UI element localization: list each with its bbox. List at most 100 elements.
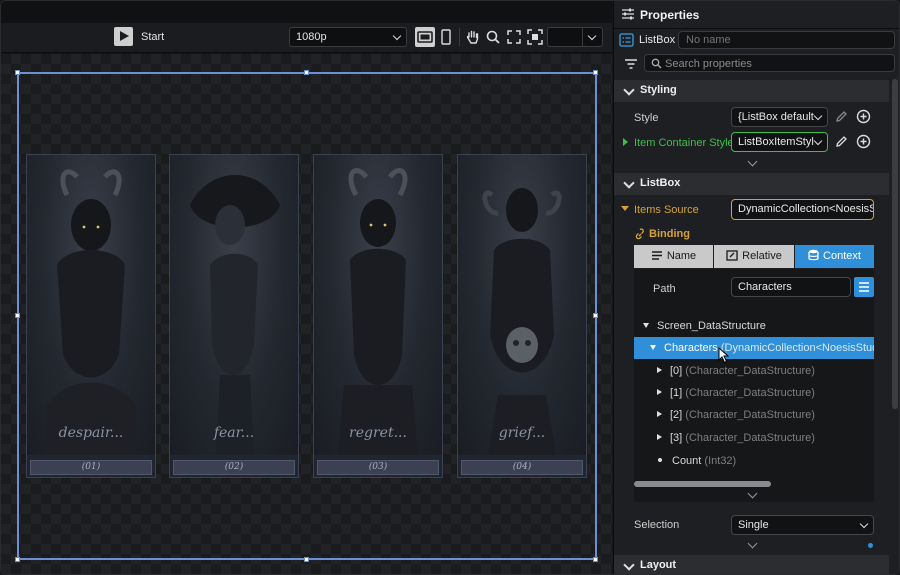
tree-item[interactable]: [0] (Character_DataStructure) bbox=[657, 365, 815, 377]
fit-selection-icon[interactable] bbox=[525, 27, 545, 47]
tree-root-item[interactable]: Screen_DataStructure bbox=[643, 320, 766, 332]
chevron-down-icon bbox=[587, 31, 597, 41]
tree-item-label: [2] bbox=[670, 409, 683, 421]
tree-item-type: (Character_DataStructure) bbox=[685, 365, 815, 377]
tree-item-type: (Int32) bbox=[704, 455, 737, 467]
items-source-value[interactable]: DynamicCollection<NoesisSt bbox=[731, 199, 874, 220]
panel-title: Properties bbox=[640, 8, 700, 22]
toolbar-divider bbox=[459, 28, 460, 46]
bullet-icon bbox=[658, 458, 662, 462]
resize-handle[interactable] bbox=[15, 70, 20, 75]
tree-item-characters[interactable]: Characters (DynamicCollection<NoesisStud… bbox=[650, 342, 874, 354]
card-number: (01) bbox=[30, 460, 152, 475]
search-properties-input[interactable]: Search properties bbox=[644, 54, 895, 72]
listbox-header-label: ListBox bbox=[640, 177, 681, 189]
resize-handle[interactable] bbox=[593, 313, 598, 318]
tree-item-type: (DynamicCollection<NoesisStudio bbox=[720, 342, 874, 354]
resolution-dropdown[interactable]: 1080p bbox=[289, 27, 407, 47]
tree-item[interactable]: [2] (Character_DataStructure) bbox=[657, 409, 815, 421]
demon-figure-image bbox=[45, 169, 137, 455]
tree-item-label: [1] bbox=[670, 387, 683, 399]
zoom-icon[interactable] bbox=[483, 27, 503, 47]
style-value: {ListBox default bbox=[738, 111, 814, 123]
tab-relative[interactable]: Relative bbox=[714, 245, 794, 268]
tree-horizontal-scrollbar[interactable] bbox=[634, 481, 771, 487]
tree-item-type: (Character_DataStructure) bbox=[685, 409, 815, 421]
edit-pencil-icon[interactable] bbox=[835, 110, 848, 126]
item-container-style-dropdown[interactable]: ListBoxItemStyl bbox=[731, 132, 828, 152]
resize-handle[interactable] bbox=[15, 313, 20, 318]
selection-dropdown[interactable]: Single bbox=[731, 515, 874, 535]
resize-handle[interactable] bbox=[304, 557, 309, 562]
name-input[interactable] bbox=[678, 31, 895, 49]
tree-root-label: Screen_DataStructure bbox=[657, 320, 766, 332]
card-title: fear... bbox=[213, 425, 255, 441]
card-title: grief... bbox=[498, 425, 546, 441]
collapsed-arrow-icon bbox=[657, 389, 662, 395]
start-label[interactable]: Start bbox=[141, 31, 164, 43]
resize-handle[interactable] bbox=[593, 70, 598, 75]
tab-name-label: Name bbox=[666, 250, 697, 262]
fit-screen-icon[interactable] bbox=[504, 27, 524, 47]
card-number: (03) bbox=[317, 460, 439, 475]
tree-item-label: Count bbox=[672, 455, 702, 467]
edit-pencil-icon[interactable] bbox=[835, 135, 848, 151]
character-card[interactable]: grief... (04) bbox=[457, 154, 587, 478]
path-list-button[interactable] bbox=[854, 277, 874, 297]
landscape-device-icon[interactable] bbox=[415, 27, 435, 47]
play-icon[interactable] bbox=[114, 27, 133, 46]
expand-more-icon[interactable] bbox=[747, 538, 758, 549]
resolution-value: 1080p bbox=[296, 31, 327, 43]
sliders-icon bbox=[620, 6, 636, 25]
add-circle-icon[interactable] bbox=[856, 134, 871, 152]
collapsed-arrow-icon bbox=[657, 411, 662, 417]
tab-context-label: Context bbox=[823, 250, 861, 262]
portrait-device-icon[interactable] bbox=[436, 27, 456, 47]
expanded-arrow-icon bbox=[650, 345, 656, 350]
resize-handle[interactable] bbox=[15, 557, 20, 562]
listbox-type-icon bbox=[619, 33, 634, 50]
tree-item[interactable]: [3] (Character_DataStructure) bbox=[657, 432, 815, 444]
layout-header-label: Layout bbox=[640, 559, 677, 571]
character-card[interactable]: despair... (01) bbox=[26, 154, 156, 478]
add-circle-icon[interactable] bbox=[856, 109, 871, 127]
listbox-section-header[interactable]: ListBox bbox=[614, 173, 889, 195]
resize-handle[interactable] bbox=[593, 557, 598, 562]
tree-item[interactable]: [1] (Character_DataStructure) bbox=[657, 387, 815, 399]
collapse-arrow-icon[interactable] bbox=[621, 206, 629, 211]
character-card[interactable]: fear... (02) bbox=[169, 154, 299, 478]
expanded-arrow-icon bbox=[643, 323, 649, 328]
hand-pan-icon[interactable] bbox=[463, 27, 483, 47]
top-strip bbox=[1, 1, 612, 23]
path-label: Path bbox=[653, 283, 676, 295]
element-type: ListBox bbox=[639, 34, 676, 46]
tab-name[interactable]: Name bbox=[634, 245, 713, 268]
tree-item-type: (Character_DataStructure) bbox=[685, 387, 815, 399]
collapsed-arrow-icon bbox=[657, 367, 662, 373]
chevron-down-icon bbox=[813, 111, 823, 121]
view-options-dropdown[interactable] bbox=[547, 27, 603, 47]
path-input[interactable]: Characters bbox=[731, 277, 851, 297]
tree-item-count[interactable]: Count (Int32) bbox=[657, 455, 736, 467]
resize-handle[interactable] bbox=[304, 70, 309, 75]
character-card[interactable]: regret... (03) bbox=[313, 154, 443, 478]
search-placeholder: Search properties bbox=[665, 58, 752, 70]
divider bbox=[614, 28, 899, 29]
expand-arrow-icon[interactable] bbox=[623, 138, 628, 146]
horned-figure-image bbox=[338, 168, 418, 455]
collapsed-arrow-icon bbox=[657, 434, 662, 440]
properties-panel: Properties ListBox Search properties Sty… bbox=[613, 1, 899, 574]
filter-icon[interactable] bbox=[624, 58, 638, 73]
chevron-down-icon bbox=[392, 31, 402, 41]
expand-more-icon[interactable] bbox=[747, 156, 758, 167]
item-container-style-value: ListBoxItemStyl bbox=[738, 136, 814, 148]
tab-relative-label: Relative bbox=[742, 250, 782, 262]
styling-section-header[interactable]: Styling bbox=[614, 80, 889, 102]
properties-scrollbar[interactable] bbox=[892, 79, 898, 409]
database-icon bbox=[808, 249, 819, 261]
tree-item-label: [3] bbox=[670, 432, 683, 444]
layout-section-header[interactable]: Layout bbox=[614, 555, 889, 574]
style-dropdown[interactable]: {ListBox default bbox=[731, 107, 828, 127]
card-title: despair... bbox=[58, 425, 124, 441]
tab-context[interactable]: Context bbox=[795, 245, 874, 268]
